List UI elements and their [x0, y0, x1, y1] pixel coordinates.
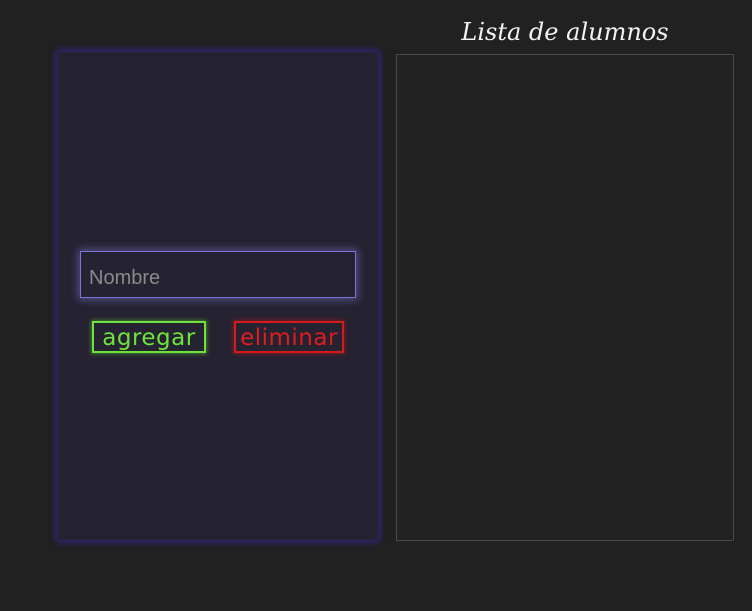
- delete-button[interactable]: eliminar: [234, 321, 344, 353]
- student-list: [397, 55, 733, 71]
- page: agregar eliminar Lista de alumnos: [0, 0, 752, 611]
- student-list-box: [396, 54, 734, 541]
- name-input[interactable]: [80, 251, 356, 298]
- student-form-panel: agregar eliminar: [58, 52, 378, 540]
- add-button[interactable]: agregar: [92, 321, 206, 353]
- list-title: Lista de alumnos: [461, 18, 669, 46]
